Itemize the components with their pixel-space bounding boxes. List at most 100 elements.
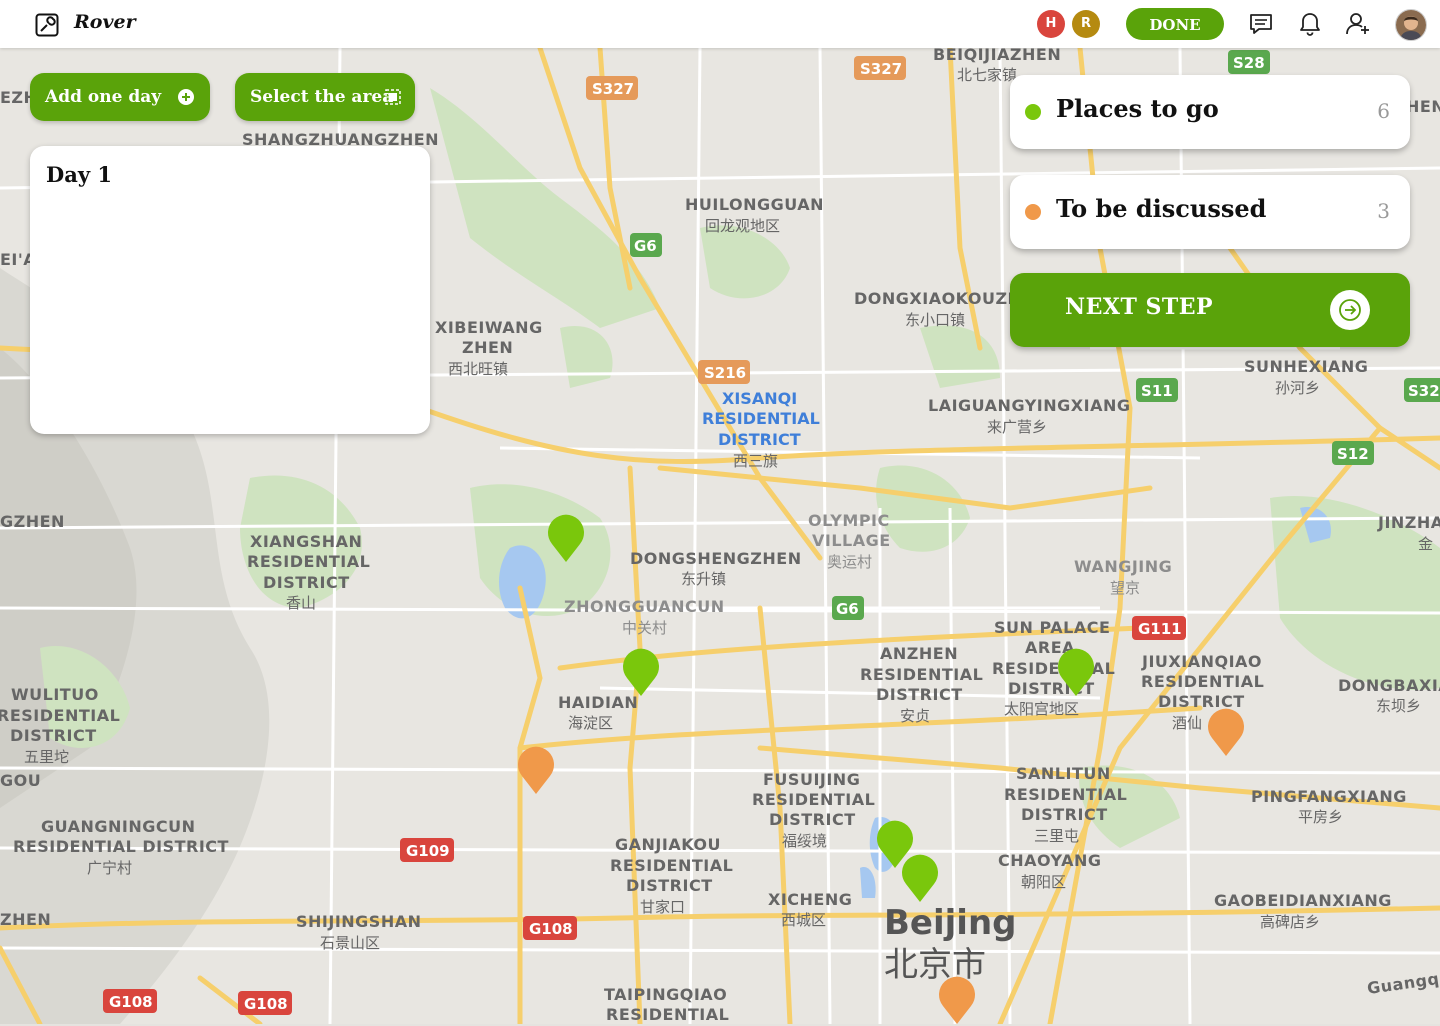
svg-text:G109: G109	[406, 842, 450, 860]
svg-text:广宁村: 广宁村	[87, 859, 132, 877]
category-count: 3	[1377, 199, 1390, 223]
svg-text:东升镇: 东升镇	[681, 570, 726, 588]
svg-text:DISTRICT: DISTRICT	[769, 810, 856, 829]
svg-text:太阳宫地区: 太阳宫地区	[1004, 700, 1079, 718]
svg-text:DISTRICT: DISTRICT	[263, 573, 350, 592]
svg-text:西北旺镇: 西北旺镇	[448, 360, 508, 378]
svg-text:HEN: HEN	[1406, 97, 1440, 116]
select-area-button[interactable]: Select the area	[235, 73, 415, 121]
svg-text:来广营乡: 来广营乡	[987, 418, 1047, 436]
plus-circle-icon	[178, 89, 194, 105]
svg-text:香山: 香山	[286, 594, 316, 612]
svg-text:S28: S28	[1233, 54, 1265, 72]
top-bar: Rover H R DONE	[0, 0, 1440, 48]
svg-text:VILLAGE: VILLAGE	[812, 531, 891, 550]
map-pin-place-to-go[interactable]	[621, 646, 661, 698]
done-button[interactable]: DONE	[1126, 8, 1224, 40]
svg-text:RESIDENTIAL: RESIDENTIAL	[860, 665, 983, 684]
svg-text:G108: G108	[109, 993, 153, 1011]
svg-text:GAOBEIDIANXIANG: GAOBEIDIANXIANG	[1214, 891, 1392, 910]
map-pin-to-be-discussed[interactable]	[937, 974, 977, 1026]
svg-text:东坝乡: 东坝乡	[1376, 697, 1421, 715]
category-name: To be discussed	[1056, 194, 1267, 223]
svg-text:LAIGUANGYINGXIANG: LAIGUANGYINGXIANG	[928, 396, 1130, 415]
bell-icon[interactable]	[1297, 11, 1323, 37]
svg-text:XISANQI: XISANQI	[722, 389, 797, 408]
svg-text:BEIQIJIAZHEN: BEIQIJIAZHEN	[933, 48, 1061, 64]
city-name-label: Beijing	[884, 903, 1016, 943]
svg-text:RESIDENTIAL: RESIDENTIAL	[0, 706, 120, 725]
svg-text:金: 金	[1418, 535, 1433, 553]
svg-text:GZHEN: GZHEN	[0, 512, 65, 531]
svg-text:SHIJINGSHAN: SHIJINGSHAN	[296, 912, 421, 931]
svg-text:S327: S327	[860, 60, 902, 78]
svg-text:G111: G111	[1138, 620, 1182, 638]
category-to-be-discussed[interactable]: To be discussed 3	[1010, 175, 1410, 249]
svg-text:S11: S11	[1141, 382, 1173, 400]
map-pin-to-be-discussed[interactable]	[1206, 706, 1246, 758]
svg-text:DISTRICT: DISTRICT	[1021, 805, 1108, 824]
svg-text:ZHEN: ZHEN	[462, 338, 513, 357]
svg-text:G108: G108	[244, 995, 288, 1013]
next-step-button[interactable]: NEXT STEP	[1010, 273, 1410, 347]
svg-text:PINGFANGXIANG: PINGFANGXIANG	[1251, 787, 1407, 806]
add-user-icon[interactable]	[1345, 11, 1371, 37]
svg-text:WANGJING: WANGJING	[1074, 557, 1172, 576]
collaborator-avatar-r[interactable]: R	[1072, 10, 1100, 38]
svg-text:朝阳区: 朝阳区	[1021, 873, 1066, 891]
map-pin-place-to-go[interactable]	[1056, 646, 1096, 698]
svg-text:GOU: GOU	[0, 771, 41, 790]
svg-text:HUILONGGUAN: HUILONGGUAN	[685, 195, 824, 214]
svg-text:DONGXIAOKOUZH: DONGXIAOKOUZH	[854, 289, 1021, 308]
svg-text:DONGSHENGZHEN: DONGSHENGZHEN	[630, 549, 802, 568]
svg-text:西三旗: 西三旗	[733, 452, 778, 470]
svg-text:海淀区: 海淀区	[568, 714, 613, 732]
arrow-right-icon	[1330, 290, 1370, 330]
svg-text:RESIDENTIAL: RESIDENTIAL	[610, 856, 733, 875]
svg-text:RESIDENTIAL: RESIDENTIAL	[992, 659, 1115, 678]
svg-text:RESIDENTIAL: RESIDENTIAL	[752, 790, 875, 809]
svg-text:XIANGSHAN: XIANGSHAN	[250, 532, 362, 551]
select-area-icon	[385, 89, 401, 105]
svg-text:RESIDENTIAL: RESIDENTIAL	[606, 1005, 729, 1024]
svg-text:RESIDENTIAL: RESIDENTIAL	[247, 552, 370, 571]
add-one-day-button[interactable]: Add one day	[30, 73, 210, 121]
svg-text:RESIDENTIAL: RESIDENTIAL	[702, 409, 820, 428]
svg-text:XIBEIWANG: XIBEIWANG	[435, 318, 543, 337]
svg-text:孙河乡: 孙河乡	[1275, 379, 1320, 397]
day-panel[interactable]: Day 1	[30, 146, 430, 434]
orange-dot-icon	[1025, 204, 1041, 220]
collaborator-avatar-h[interactable]: H	[1037, 10, 1065, 38]
rover-logo-icon	[35, 13, 59, 37]
chat-icon[interactable]	[1248, 11, 1274, 37]
svg-text:G6: G6	[836, 600, 859, 618]
map-pin-place-to-go[interactable]	[546, 512, 586, 564]
select-area-label: Select the area	[250, 87, 394, 107]
svg-text:望京: 望京	[1110, 579, 1140, 597]
svg-text:西城区: 西城区	[781, 911, 826, 929]
svg-text:CHAOYANG: CHAOYANG	[998, 851, 1102, 870]
svg-text:北七家镇: 北七家镇	[957, 66, 1017, 84]
svg-text:G108: G108	[529, 920, 573, 938]
svg-text:S32: S32	[1408, 382, 1440, 400]
svg-text:东小口镇: 东小口镇	[905, 311, 965, 329]
svg-text:安贞: 安贞	[900, 707, 930, 725]
svg-text:GANJIAKOU: GANJIAKOU	[615, 835, 721, 854]
category-count: 6	[1377, 99, 1390, 123]
next-step-label: NEXT STEP	[1065, 294, 1214, 320]
category-places-to-go[interactable]: Places to go 6	[1010, 75, 1410, 149]
app-name: Rover	[74, 11, 136, 33]
svg-text:XICHENG: XICHENG	[768, 890, 852, 909]
green-dot-icon	[1025, 104, 1041, 120]
svg-text:DONGBAXIA: DONGBAXIA	[1338, 676, 1440, 695]
svg-text:中关村: 中关村	[622, 619, 667, 637]
map-pin-to-be-discussed[interactable]	[516, 744, 556, 796]
category-name: Places to go	[1056, 94, 1219, 123]
map-pin-place-to-go[interactable]	[900, 852, 940, 904]
svg-text:SANLITUN: SANLITUN	[1016, 764, 1111, 783]
svg-text:OLYMPIC: OLYMPIC	[808, 511, 890, 530]
user-avatar[interactable]	[1395, 9, 1427, 41]
svg-text:TAIPINGQIAO: TAIPINGQIAO	[604, 985, 727, 1004]
svg-text:WULITUO: WULITUO	[11, 685, 99, 704]
svg-text:奥运村: 奥运村	[827, 553, 872, 571]
